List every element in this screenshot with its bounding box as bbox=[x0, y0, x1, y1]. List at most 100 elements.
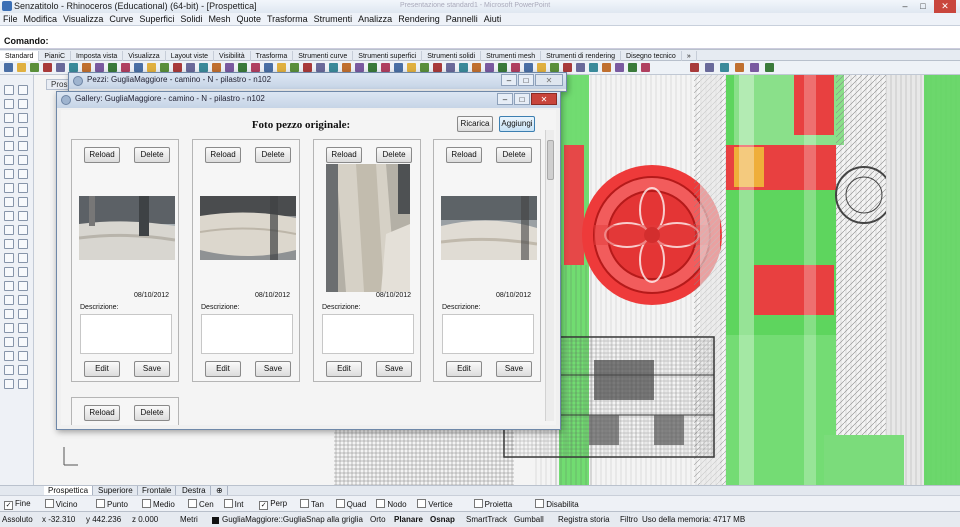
aggiungi-button[interactable]: Aggiungi bbox=[499, 116, 535, 132]
open-icon[interactable] bbox=[342, 63, 351, 72]
osnap-fine[interactable]: ✓ Fine bbox=[4, 499, 31, 510]
undo-icon[interactable] bbox=[95, 63, 104, 72]
split-icon[interactable] bbox=[4, 183, 14, 193]
fillet-icon[interactable] bbox=[4, 169, 14, 179]
zoom-window-icon[interactable] bbox=[485, 63, 494, 72]
description-field[interactable] bbox=[322, 314, 414, 354]
reload-button[interactable]: Reload bbox=[326, 147, 362, 163]
material-icon[interactable] bbox=[290, 63, 299, 72]
current-layer[interactable]: GugliaMaggiore::Guglia bbox=[222, 514, 306, 526]
curve-icon[interactable] bbox=[18, 281, 28, 291]
delete-button[interactable]: Delete bbox=[255, 147, 291, 163]
osnap-perp[interactable]: ✓ Perp bbox=[259, 499, 287, 510]
checkbox-icon[interactable] bbox=[142, 499, 151, 508]
save-button[interactable]: Save bbox=[496, 361, 532, 377]
osnap-int[interactable]: Int bbox=[223, 499, 244, 510]
osnap-nodo[interactable]: Nodo bbox=[376, 499, 407, 510]
menu-mesh[interactable]: Mesh bbox=[205, 13, 233, 26]
analyze-icon[interactable] bbox=[4, 253, 14, 263]
menu-strumenti[interactable]: Strumenti bbox=[311, 13, 356, 26]
delete-button[interactable]: Delete bbox=[134, 147, 170, 163]
polyline-icon[interactable] bbox=[4, 281, 14, 291]
planare-toggle[interactable]: Planare bbox=[394, 514, 423, 526]
scrollbar-thumb[interactable] bbox=[547, 140, 554, 180]
reload-button[interactable]: Reload bbox=[446, 147, 482, 163]
menu-aiuti[interactable]: Aiuti bbox=[481, 13, 505, 26]
edit-button[interactable]: Edit bbox=[326, 361, 362, 377]
menu-visualizza[interactable]: Visualizza bbox=[60, 13, 106, 26]
fillet-icon[interactable] bbox=[4, 351, 14, 361]
photo-thumbnail[interactable] bbox=[200, 196, 296, 260]
rectangle-icon[interactable] bbox=[4, 127, 14, 137]
paste-icon[interactable] bbox=[407, 63, 416, 72]
redo-icon[interactable] bbox=[433, 63, 442, 72]
text-icon[interactable] bbox=[18, 239, 28, 249]
move-icon[interactable] bbox=[4, 197, 14, 207]
menu-curve[interactable]: Curve bbox=[106, 13, 136, 26]
reload-button[interactable]: Reload bbox=[84, 147, 120, 163]
circle-icon[interactable] bbox=[4, 295, 14, 305]
polygon-icon[interactable] bbox=[18, 127, 28, 137]
surface-icon[interactable] bbox=[4, 323, 14, 333]
osnap-disabilita[interactable]: Disabilita bbox=[535, 499, 579, 510]
box-icon[interactable] bbox=[18, 141, 28, 151]
menu-trasforma[interactable]: Trasforma bbox=[264, 13, 311, 26]
paste-icon[interactable] bbox=[82, 63, 91, 72]
checkbox-icon[interactable] bbox=[188, 499, 197, 508]
join-icon[interactable] bbox=[18, 183, 28, 193]
join-icon[interactable] bbox=[18, 365, 28, 375]
undo-icon[interactable] bbox=[420, 63, 429, 72]
print-icon[interactable] bbox=[368, 63, 377, 72]
pan-icon[interactable] bbox=[121, 63, 130, 72]
line-icon[interactable] bbox=[18, 85, 28, 95]
reload-button[interactable]: Reload bbox=[205, 147, 241, 163]
circle-icon[interactable] bbox=[4, 113, 14, 123]
osnap-punto[interactable]: Punto bbox=[96, 499, 128, 510]
new-icon[interactable] bbox=[4, 63, 13, 72]
pezzi-maximize-icon[interactable]: □ bbox=[518, 74, 534, 86]
zoom-extents-icon[interactable] bbox=[173, 63, 182, 72]
sphere-icon[interactable] bbox=[277, 63, 286, 72]
photo-thumbnail[interactable] bbox=[326, 164, 410, 292]
layer-icon[interactable] bbox=[537, 63, 546, 72]
checkbox-icon[interactable]: ✓ bbox=[4, 501, 13, 510]
render-tool-icon[interactable] bbox=[750, 63, 759, 72]
render-icon[interactable] bbox=[264, 63, 273, 72]
registra-storia-toggle[interactable]: Registra storia bbox=[558, 514, 610, 526]
gallery-close-icon[interactable]: ✕ bbox=[531, 93, 557, 105]
gallery-maximize-icon[interactable]: □ bbox=[514, 93, 530, 105]
save-icon[interactable] bbox=[355, 63, 364, 72]
cut-icon[interactable] bbox=[381, 63, 390, 72]
arc-icon[interactable] bbox=[18, 295, 28, 305]
surface-icon[interactable] bbox=[4, 141, 14, 151]
description-field[interactable] bbox=[201, 314, 293, 354]
osnap-cen[interactable]: Cen bbox=[188, 499, 214, 510]
move-icon[interactable] bbox=[4, 379, 14, 389]
save-icon[interactable] bbox=[30, 63, 39, 72]
render-icon[interactable] bbox=[18, 253, 28, 263]
polyline-icon[interactable] bbox=[4, 99, 14, 109]
options-icon[interactable] bbox=[628, 63, 637, 72]
osnap-toggle[interactable]: Osnap bbox=[430, 514, 455, 526]
delete-button[interactable]: Delete bbox=[376, 147, 412, 163]
dimension-icon[interactable] bbox=[4, 239, 14, 249]
rectangle-icon[interactable] bbox=[4, 309, 14, 319]
grid-icon[interactable] bbox=[199, 63, 208, 72]
description-field[interactable] bbox=[442, 314, 534, 354]
gallery-minimize-icon[interactable]: – bbox=[497, 93, 513, 105]
gallery-scrollbar[interactable] bbox=[545, 130, 554, 421]
checkbox-icon[interactable] bbox=[44, 499, 54, 508]
copy-icon[interactable] bbox=[18, 379, 28, 389]
options-icon[interactable] bbox=[303, 63, 312, 72]
zoom-window-icon[interactable] bbox=[160, 63, 169, 72]
render-tool-icon[interactable] bbox=[720, 63, 729, 72]
trim-icon[interactable] bbox=[18, 169, 28, 179]
zoom-icon[interactable] bbox=[472, 63, 481, 72]
zoom-icon[interactable] bbox=[147, 63, 156, 72]
grid-icon[interactable] bbox=[524, 63, 533, 72]
checkbox-icon[interactable] bbox=[335, 499, 345, 508]
sphere-icon[interactable] bbox=[602, 63, 611, 72]
delete-button[interactable]: Delete bbox=[134, 405, 170, 421]
edit-button[interactable]: Edit bbox=[84, 361, 120, 377]
print-icon[interactable] bbox=[43, 63, 52, 72]
